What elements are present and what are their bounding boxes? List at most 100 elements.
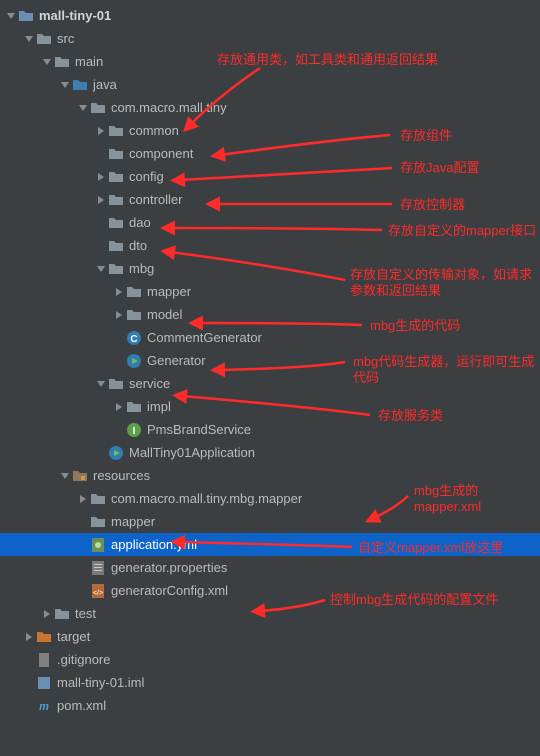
package-icon xyxy=(108,169,124,185)
tree-row-controller[interactable]: controller xyxy=(0,188,540,211)
tree-row-test[interactable]: test xyxy=(0,602,540,625)
tree-row-model[interactable]: model xyxy=(0,303,540,326)
folder-icon xyxy=(18,8,34,24)
tree-label: .gitignore xyxy=(57,652,110,667)
chevron-right-icon[interactable] xyxy=(40,607,54,621)
package-icon xyxy=(108,238,124,254)
package-icon xyxy=(108,215,124,231)
package-icon xyxy=(126,399,142,415)
package-icon xyxy=(108,123,124,139)
tree-label: PmsBrandService xyxy=(147,422,251,437)
chevron-right-icon[interactable] xyxy=(94,124,108,138)
tree-row-application-yml[interactable]: application.yml xyxy=(0,533,540,556)
tree-label: generator.properties xyxy=(111,560,227,575)
tree-row-dto[interactable]: dto xyxy=(0,234,540,257)
tree-row-pom[interactable]: m pom.xml xyxy=(0,694,540,717)
chevron-down-icon[interactable] xyxy=(22,32,36,46)
tree-row-res-mapper[interactable]: mapper xyxy=(0,510,540,533)
class-runnable-icon xyxy=(108,445,124,461)
chevron-right-icon[interactable] xyxy=(94,170,108,184)
xml-file-icon: </> xyxy=(90,583,106,599)
chevron-right-icon[interactable] xyxy=(76,492,90,506)
module-file-icon xyxy=(36,675,52,691)
package-icon xyxy=(108,192,124,208)
tree-row-gen-props[interactable]: generator.properties xyxy=(0,556,540,579)
tree-row-gitignore[interactable]: .gitignore xyxy=(0,648,540,671)
tree-row-main[interactable]: main xyxy=(0,50,540,73)
folder-icon xyxy=(54,54,70,70)
tree-row-mapper[interactable]: mapper xyxy=(0,280,540,303)
package-icon xyxy=(108,261,124,277)
tree-label: mapper xyxy=(147,284,191,299)
tree-row-pms-brand-service[interactable]: I PmsBrandService xyxy=(0,418,540,441)
tree-label: model xyxy=(147,307,182,322)
chevron-right-icon[interactable] xyxy=(112,400,126,414)
chevron-right-icon[interactable] xyxy=(112,285,126,299)
chevron-down-icon[interactable] xyxy=(58,78,72,92)
folder-icon xyxy=(36,31,52,47)
source-folder-icon xyxy=(72,77,88,93)
tree-label: test xyxy=(75,606,96,621)
chevron-down-icon[interactable] xyxy=(58,469,72,483)
tree-label: service xyxy=(129,376,170,391)
tree-row-service[interactable]: service xyxy=(0,372,540,395)
yaml-file-icon xyxy=(90,537,106,553)
chevron-right-icon[interactable] xyxy=(22,630,36,644)
tree-row-package[interactable]: com.macro.mall.tiny xyxy=(0,96,540,119)
tree-row-java[interactable]: java xyxy=(0,73,540,96)
svg-text:</>: </> xyxy=(93,590,103,597)
tree-row-target[interactable]: target xyxy=(0,625,540,648)
chevron-right-icon[interactable] xyxy=(112,308,126,322)
tree-row-resources[interactable]: resources xyxy=(0,464,540,487)
chevron-down-icon[interactable] xyxy=(40,55,54,69)
tree-row-config[interactable]: config xyxy=(0,165,540,188)
text-file-icon xyxy=(36,652,52,668)
tree-label: com.macro.mall.tiny xyxy=(111,100,227,115)
tree-row-gen-config[interactable]: </> generatorConfig.xml xyxy=(0,579,540,602)
excluded-folder-icon xyxy=(36,629,52,645)
tree-row-res-package[interactable]: com.macro.mall.tiny.mbg.mapper xyxy=(0,487,540,510)
tree-row-impl[interactable]: impl xyxy=(0,395,540,418)
tree-label: mapper xyxy=(111,514,155,529)
tree-label: src xyxy=(57,31,74,46)
chevron-down-icon[interactable] xyxy=(94,262,108,276)
tree-label: mbg xyxy=(129,261,154,276)
resources-folder-icon xyxy=(72,468,88,484)
chevron-down-icon[interactable] xyxy=(76,101,90,115)
package-icon xyxy=(90,100,106,116)
tree-row-generator[interactable]: Generator xyxy=(0,349,540,372)
tree-label: target xyxy=(57,629,90,644)
tree-label: CommentGenerator xyxy=(147,330,262,345)
tree-row-src[interactable]: src xyxy=(0,27,540,50)
package-icon xyxy=(108,376,124,392)
tree-label: common xyxy=(129,123,179,138)
chevron-down-icon[interactable] xyxy=(94,377,108,391)
package-icon xyxy=(126,284,142,300)
maven-file-icon: m xyxy=(36,698,52,714)
class-icon: C xyxy=(126,330,142,346)
tree-row-component[interactable]: component xyxy=(0,142,540,165)
tree-row-iml[interactable]: mall-tiny-01.iml xyxy=(0,671,540,694)
chevron-right-icon[interactable] xyxy=(94,193,108,207)
interface-icon: I xyxy=(126,422,142,438)
tree-row-common[interactable]: common xyxy=(0,119,540,142)
class-runnable-icon xyxy=(126,353,142,369)
tree-label: dao xyxy=(129,215,151,230)
tree-label: generatorConfig.xml xyxy=(111,583,228,598)
tree-row-mbg[interactable]: mbg xyxy=(0,257,540,280)
tree-label: resources xyxy=(93,468,150,483)
tree-row-dao[interactable]: dao xyxy=(0,211,540,234)
folder-icon xyxy=(54,606,70,622)
tree-label: dto xyxy=(129,238,147,253)
chevron-down-icon[interactable] xyxy=(4,9,18,23)
tree-label: config xyxy=(129,169,164,184)
tree-label: component xyxy=(129,146,193,161)
tree-row-application[interactable]: MallTiny01Application xyxy=(0,441,540,464)
svg-text:C: C xyxy=(130,334,137,345)
properties-file-icon xyxy=(90,560,106,576)
svg-text:m: m xyxy=(39,701,49,713)
tree-row-root[interactable]: mall-tiny-01 xyxy=(0,4,540,27)
tree-label: MallTiny01Application xyxy=(129,445,255,460)
tree-row-comment-generator[interactable]: C CommentGenerator xyxy=(0,326,540,349)
tree-label: java xyxy=(93,77,117,92)
